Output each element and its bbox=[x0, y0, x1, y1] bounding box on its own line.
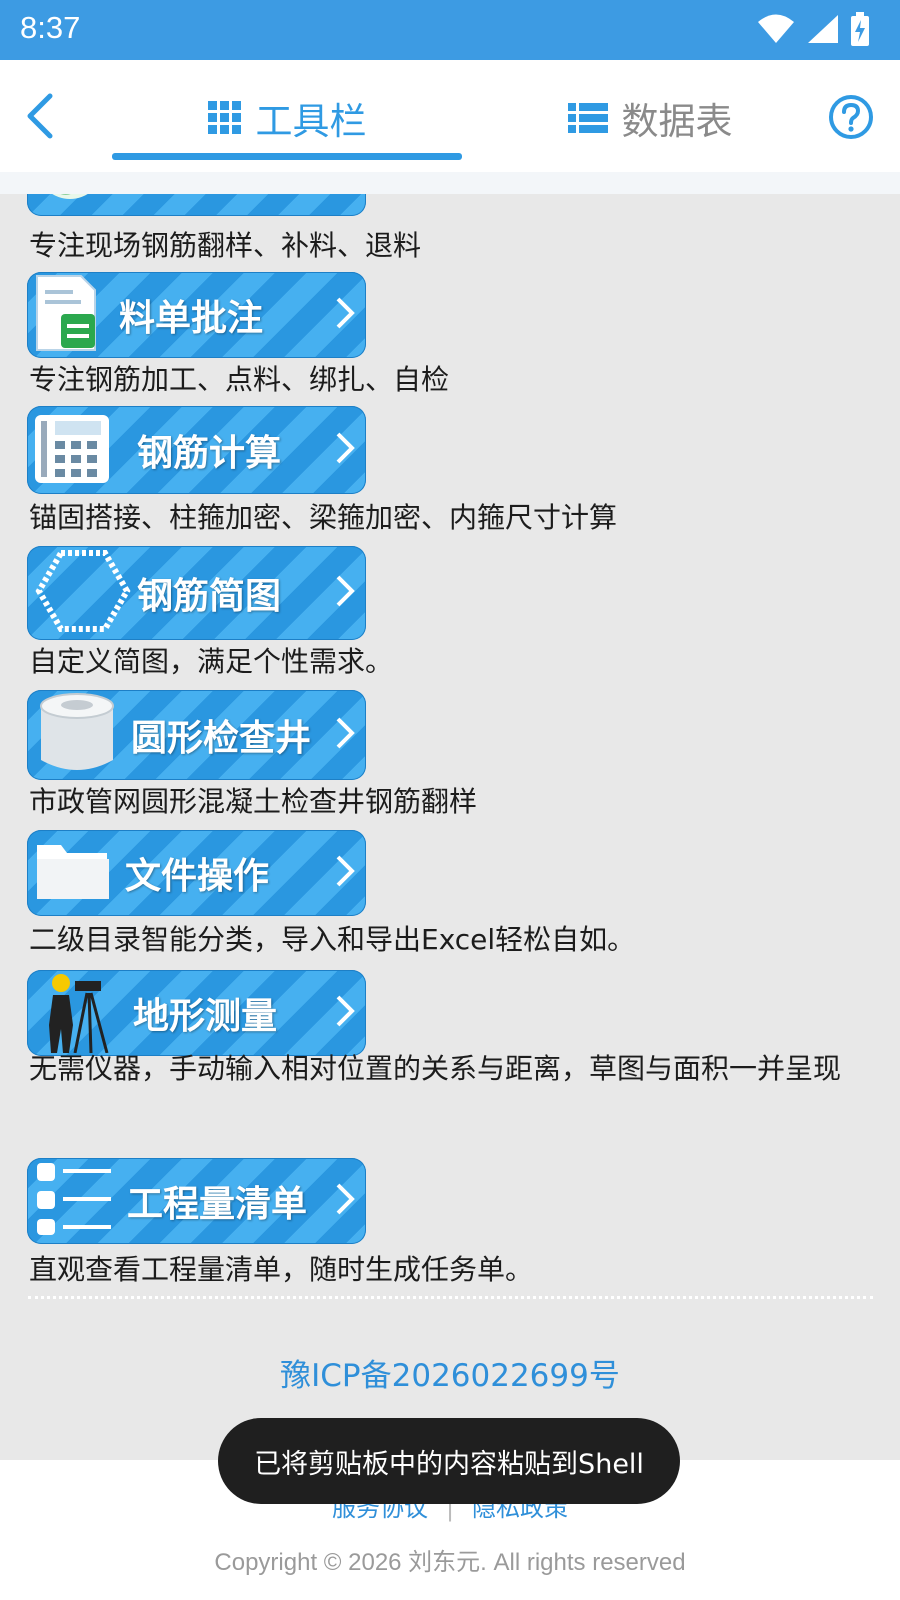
header: 工具栏 数据表 bbox=[0, 60, 900, 172]
tool-banner-round-manhole[interactable]: 圆形检查井 bbox=[27, 690, 366, 780]
calculator-icon bbox=[35, 411, 111, 489]
tool-list: 专注现场钢筋翻样、补料、退料 料单批注 专注钢筋加工、点料、绑扎、自检 钢筋计算… bbox=[0, 194, 900, 1460]
tool-description: 专注现场钢筋翻样、补料、退料 bbox=[29, 229, 422, 262]
list-icon bbox=[567, 103, 608, 133]
tool-banner-terrain-survey[interactable]: 地形测量 bbox=[27, 970, 366, 1056]
tab-active-indicator bbox=[112, 153, 462, 160]
icp-link[interactable]: 豫ICP备2026022699号 bbox=[0, 1350, 900, 1395]
tool-banner-material-notes[interactable]: 料单批注 bbox=[27, 272, 366, 358]
battery-icon bbox=[851, 12, 869, 46]
chevron-right-icon bbox=[334, 993, 356, 1033]
divider bbox=[28, 1296, 873, 1299]
status-icons bbox=[756, 12, 870, 46]
tool-label: 地形测量 bbox=[133, 995, 278, 1037]
tab-tools-label: 工具栏 bbox=[255, 100, 367, 143]
back-button[interactable] bbox=[16, 88, 66, 144]
grid-icon bbox=[207, 101, 242, 135]
help-icon bbox=[829, 95, 873, 139]
tool-banner-file-ops[interactable]: 文件操作 bbox=[27, 830, 366, 916]
tool-description: 二级目录智能分类，导入和导出Excel轻松自如。 bbox=[29, 923, 636, 956]
chevron-right-icon bbox=[334, 715, 356, 755]
tool-label: 圆形检查井 bbox=[131, 717, 312, 759]
signal-icon bbox=[808, 15, 838, 43]
chevron-right-icon bbox=[334, 853, 356, 893]
tool-banner-field-rebar[interactable] bbox=[27, 194, 366, 216]
tool-description: 直观查看工程量清单，随时生成任务单。 bbox=[29, 1253, 534, 1286]
tab-data-table[interactable]: 数据表 bbox=[540, 78, 760, 158]
tool-label: 钢筋计算 bbox=[137, 432, 282, 474]
tool-description: 锚固搭接、柱箍加密、梁箍加密、内箍尺寸计算 bbox=[29, 501, 618, 534]
header-subbar bbox=[0, 172, 900, 194]
leaf-icon bbox=[35, 194, 105, 207]
tool-banner-rebar-calc[interactable]: 钢筋计算 bbox=[27, 406, 366, 494]
tab-data-label: 数据表 bbox=[621, 100, 733, 143]
tool-description: 无需仪器，手动输入相对位置的关系与距离，草图与面积一并呈现 bbox=[29, 1052, 842, 1085]
folder-icon bbox=[35, 839, 111, 907]
chevron-right-icon bbox=[334, 295, 356, 335]
document-icon bbox=[35, 274, 99, 356]
help-button[interactable] bbox=[828, 94, 874, 140]
hexagon-icon bbox=[35, 549, 131, 637]
surveyor-icon bbox=[35, 970, 119, 1056]
list-icon bbox=[35, 1161, 113, 1241]
tool-description: 专注钢筋加工、点料、绑扎、自检 bbox=[29, 363, 450, 396]
chevron-right-icon bbox=[334, 430, 356, 470]
copyright-text: Copyright © 2026 刘东元. All rights reserve… bbox=[214, 1549, 686, 1576]
tool-banner-bill-of-quantities[interactable]: 工程量清单 bbox=[27, 1158, 366, 1244]
tool-label: 料单批注 bbox=[119, 297, 264, 339]
tool-description: 自定义简图，满足个性需求。 bbox=[29, 645, 394, 678]
tab-tools[interactable]: 工具栏 bbox=[112, 78, 462, 160]
toast-message: 已将剪贴板中的内容粘贴到Shell bbox=[218, 1418, 680, 1504]
status-time: 8:37 bbox=[20, 10, 81, 45]
cylinder-icon bbox=[35, 692, 119, 778]
tool-label: 钢筋简图 bbox=[137, 575, 282, 617]
tool-banner-rebar-sketch[interactable]: 钢筋简图 bbox=[27, 546, 366, 640]
tool-label: 文件操作 bbox=[125, 855, 270, 897]
wifi-icon bbox=[758, 14, 794, 43]
tool-description: 市政管网圆形混凝土检查井钢筋翻样 bbox=[29, 785, 478, 818]
chevron-left-icon bbox=[27, 93, 53, 139]
tool-label: 工程量清单 bbox=[127, 1183, 308, 1225]
chevron-right-icon bbox=[334, 1181, 356, 1221]
status-bar: 8:37 bbox=[0, 0, 900, 60]
chevron-right-icon bbox=[334, 573, 356, 613]
